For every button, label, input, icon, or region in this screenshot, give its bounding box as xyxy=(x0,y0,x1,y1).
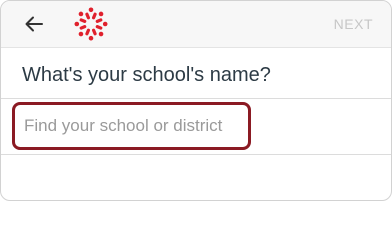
school-search-input[interactable] xyxy=(12,102,251,150)
search-row xyxy=(1,99,391,155)
canvas-logo-icon xyxy=(74,7,108,41)
next-button[interactable]: NEXT xyxy=(334,16,373,32)
navigation-bar: NEXT xyxy=(1,1,391,48)
app-window: NEXT What's your school's name? xyxy=(0,0,392,201)
question-row: What's your school's name? xyxy=(1,48,391,99)
page-title: What's your school's name? xyxy=(22,64,271,86)
back-button[interactable] xyxy=(21,13,47,35)
arrow-left-icon xyxy=(25,16,43,32)
